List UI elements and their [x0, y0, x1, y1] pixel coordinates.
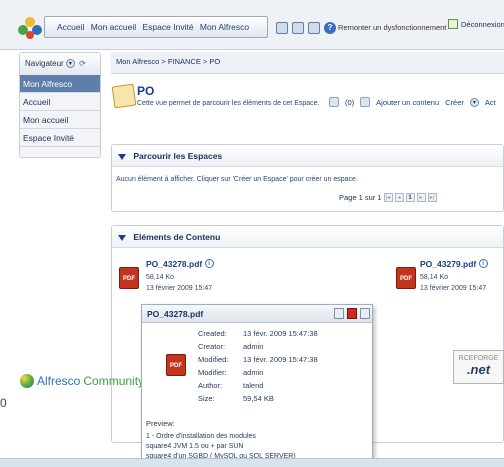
meta-value: admin — [243, 368, 264, 377]
meta-value: admin — [243, 342, 264, 351]
navigator-label: Navigateur — [25, 59, 64, 68]
browse-spaces-panel: Parcourir les Espaces Aucun élément à af… — [111, 144, 504, 212]
collapse-triangle-icon[interactable] — [118, 153, 126, 160]
collapse-triangle-icon[interactable] — [118, 234, 126, 241]
meta-key: Author: — [198, 381, 223, 390]
meta-key: Creator: — [198, 342, 226, 351]
space-count: (0) — [345, 97, 355, 107]
report-bug-link[interactable]: Remonter un dysfonctionnement — [338, 23, 446, 32]
header-toolbar: ? — [276, 21, 336, 35]
admin-console-icon[interactable] — [292, 22, 304, 34]
nav-link-mon-alfresco[interactable]: Mon Alfresco — [200, 22, 249, 32]
last-page-icon[interactable]: ▸| — [427, 193, 437, 202]
meta-row: Author: talend — [198, 381, 263, 390]
top-nav-links: Accueil Mon accueil Espace Invité Mon Al… — [44, 16, 268, 38]
community-word: Community — [83, 374, 145, 388]
file-name-link[interactable]: PO_43278.pdf — [146, 259, 202, 269]
browse-spaces-header[interactable]: Parcourir les Espaces — [112, 145, 503, 167]
prev-page-icon[interactable]: ◂ — [394, 193, 404, 202]
sidebar-item-accueil[interactable]: Accueil — [20, 93, 100, 111]
nav-link-espace-invite[interactable]: Espace Invité — [143, 22, 194, 32]
page-one-button[interactable]: 1 — [405, 193, 415, 202]
logout-link[interactable]: Déconnexion — [448, 19, 504, 29]
add-content-button[interactable]: Ajouter un contenu — [376, 98, 439, 107]
create-dropdown-icon[interactable]: ▾ — [469, 97, 479, 107]
pager: Page 1 sur 1 |◂ ◂ 1 ▸ ▸| — [339, 193, 437, 202]
stray-text: 0 — [0, 396, 7, 410]
meta-key: Modifier: — [198, 368, 227, 377]
top-header: Accueil Mon accueil Espace Invité Mon Al… — [0, 0, 504, 50]
more-actions-button[interactable]: Act — [485, 98, 496, 107]
navigator-header: Navigateur ▾ ⟳ — [20, 53, 100, 75]
meta-key: Size: — [198, 394, 215, 403]
content-items-title: Eléments de Contenu — [133, 232, 221, 242]
file-date: 13 février 2009 15:47 — [420, 285, 487, 292]
meta-row: Creator: admin — [198, 342, 263, 351]
popup-properties-icon[interactable] — [334, 308, 344, 319]
file-date: 13 février 2009 15:47 — [146, 285, 213, 292]
page-title: PO — [137, 84, 155, 98]
navigator-menu-icon[interactable]: ▾ — [65, 59, 75, 69]
forge-top-text: RCEFORGE — [458, 355, 499, 362]
community-brand: Alfresco — [37, 374, 81, 388]
file-size: 58,14 Ko — [146, 274, 175, 281]
pager-label: Page 1 sur 1 — [339, 193, 382, 202]
preview-line: square4 JVM 1.5 ou + par SUN — [146, 443, 244, 450]
user-profile-icon[interactable] — [276, 22, 288, 34]
empty-message: Aucun élément à afficher. Cliquer sur 'C… — [116, 176, 358, 183]
sidebar-item-espace-invite[interactable]: Espace Invité — [20, 129, 100, 147]
meta-key: Modified: — [198, 355, 229, 364]
sidebar-item-mon-alfresco[interactable]: Mon Alfresco — [20, 75, 100, 93]
file-size: 58,14 Ko — [420, 274, 449, 281]
meta-row: Modified: 13 févr. 2009 15:47:38 — [198, 355, 318, 364]
popup-close-icon[interactable] — [347, 308, 357, 319]
first-page-icon[interactable]: |◂ — [383, 193, 393, 202]
meta-row: Size: 59,54 KB — [198, 394, 274, 403]
sourceforge-logo[interactable]: RCEFORGE .net — [453, 350, 504, 384]
info-icon[interactable]: i — [478, 259, 488, 268]
pdf-file-icon[interactable]: PDF — [396, 267, 416, 289]
pdf-file-icon[interactable]: PDF — [119, 267, 139, 289]
browse-spaces-title: Parcourir les Espaces — [133, 151, 223, 161]
navigator-panel: Navigateur ▾ ⟳ Mon Alfresco Accueil Mon … — [19, 52, 101, 158]
meta-row: Modifier: admin — [198, 368, 263, 377]
sidebar-item-mon-accueil[interactable]: Mon accueil — [20, 111, 100, 129]
meta-value: 59,54 KB — [243, 394, 274, 403]
space-actions: (0) Ajouter un contenu Créer ▾ Act — [329, 97, 496, 107]
preview-line: 1 - Ordre d'installation des modules — [146, 433, 256, 440]
help-icon[interactable]: ? — [324, 22, 336, 34]
meta-value: 13 févr. 2009 15:47:38 — [243, 355, 318, 364]
breadcrumb[interactable]: Mon Alfresco > FINANCE > PO — [111, 52, 504, 74]
alfresco-community-logo[interactable]: Alfresco Community — [20, 374, 144, 388]
meta-key: Created: — [198, 329, 227, 338]
meta-row: Created: 13 févr. 2009 15:47:38 — [198, 329, 318, 338]
file-info-popup: PO_43278.pdf PDF Created: 13 févr. 2009 1… — [141, 304, 373, 464]
forge-bottom-text: .net — [466, 362, 491, 377]
logout-icon — [448, 19, 458, 29]
popup-details-icon[interactable] — [360, 308, 370, 319]
content-items-header[interactable]: Eléments de Contenu — [112, 226, 503, 248]
next-page-icon[interactable]: ▸ — [416, 193, 426, 202]
pdf-file-icon: PDF — [166, 354, 186, 376]
space-description: Cette vue permet de parcourir les élémen… — [137, 100, 320, 107]
file-name-link[interactable]: PO_43279.pdf — [420, 259, 476, 269]
nav-link-accueil[interactable]: Accueil — [57, 22, 84, 32]
add-content-icon — [360, 97, 371, 107]
alfresco-logo[interactable] — [17, 17, 43, 39]
users-icon — [329, 97, 339, 107]
horizontal-scrollbar[interactable] — [0, 458, 504, 467]
create-menu-button[interactable]: Créer — [445, 98, 464, 107]
community-logo-icon — [20, 374, 34, 388]
user-group-icon[interactable] — [308, 22, 320, 34]
preview-label: Preview: — [146, 419, 175, 428]
popup-controls — [334, 308, 372, 319]
meta-value: talend — [243, 381, 264, 390]
meta-value: 13 févr. 2009 15:47:38 — [243, 329, 318, 338]
info-icon[interactable]: i — [204, 259, 214, 268]
logout-label: Déconnexion — [461, 19, 504, 29]
nav-link-mon-accueil[interactable]: Mon accueil — [91, 22, 136, 32]
refresh-icon[interactable]: ⟳ — [79, 59, 86, 68]
space-folder-icon — [111, 83, 137, 109]
